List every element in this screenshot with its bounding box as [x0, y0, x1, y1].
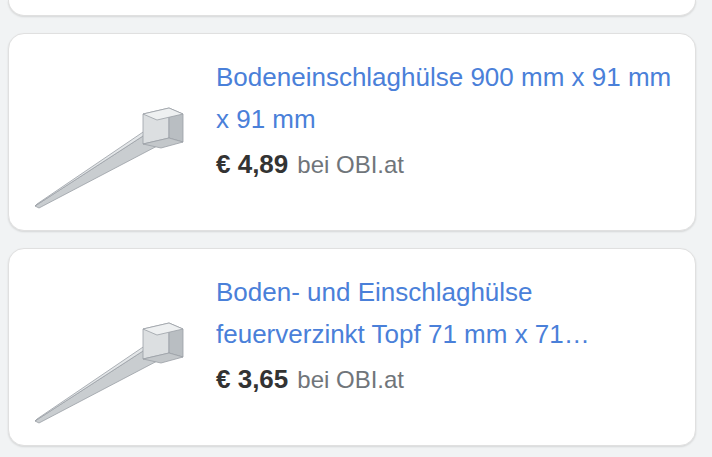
product-title[interactable]: Bodeneinschlaghülse 900 mm x 91 mm x 91 …	[216, 56, 681, 140]
product-price: € 4,89	[216, 143, 288, 185]
price-line: € 4,89bei OBI.at	[216, 143, 681, 186]
product-seller: bei OBI.at	[297, 359, 404, 401]
product-price: € 3,65	[216, 358, 288, 400]
results-list: Bodeneinschlaghülse 900 mm x 91 mm x 91 …	[0, 0, 712, 446]
product-cards: Bodeneinschlaghülse 900 mm x 91 mm x 91 …	[0, 33, 712, 446]
product-info: Bodeneinschlaghülse 900 mm x 91 mm x 91 …	[216, 56, 681, 186]
previous-card[interactable]	[8, 0, 696, 16]
product-image[interactable]	[31, 94, 186, 214]
product-seller: bei OBI.at	[297, 144, 404, 186]
product-title[interactable]: Boden- und Einschlaghülse feuerverzinkt …	[216, 271, 681, 355]
product-image[interactable]	[31, 309, 186, 429]
product-info: Boden- und Einschlaghülse feuerverzinkt …	[216, 271, 681, 401]
product-card[interactable]: Boden- und Einschlaghülse feuerverzinkt …	[8, 248, 696, 446]
product-card[interactable]: Bodeneinschlaghülse 900 mm x 91 mm x 91 …	[8, 33, 696, 231]
post-spike-icon	[31, 94, 186, 214]
price-line: € 3,65bei OBI.at	[216, 358, 681, 401]
post-spike-icon	[31, 309, 186, 429]
